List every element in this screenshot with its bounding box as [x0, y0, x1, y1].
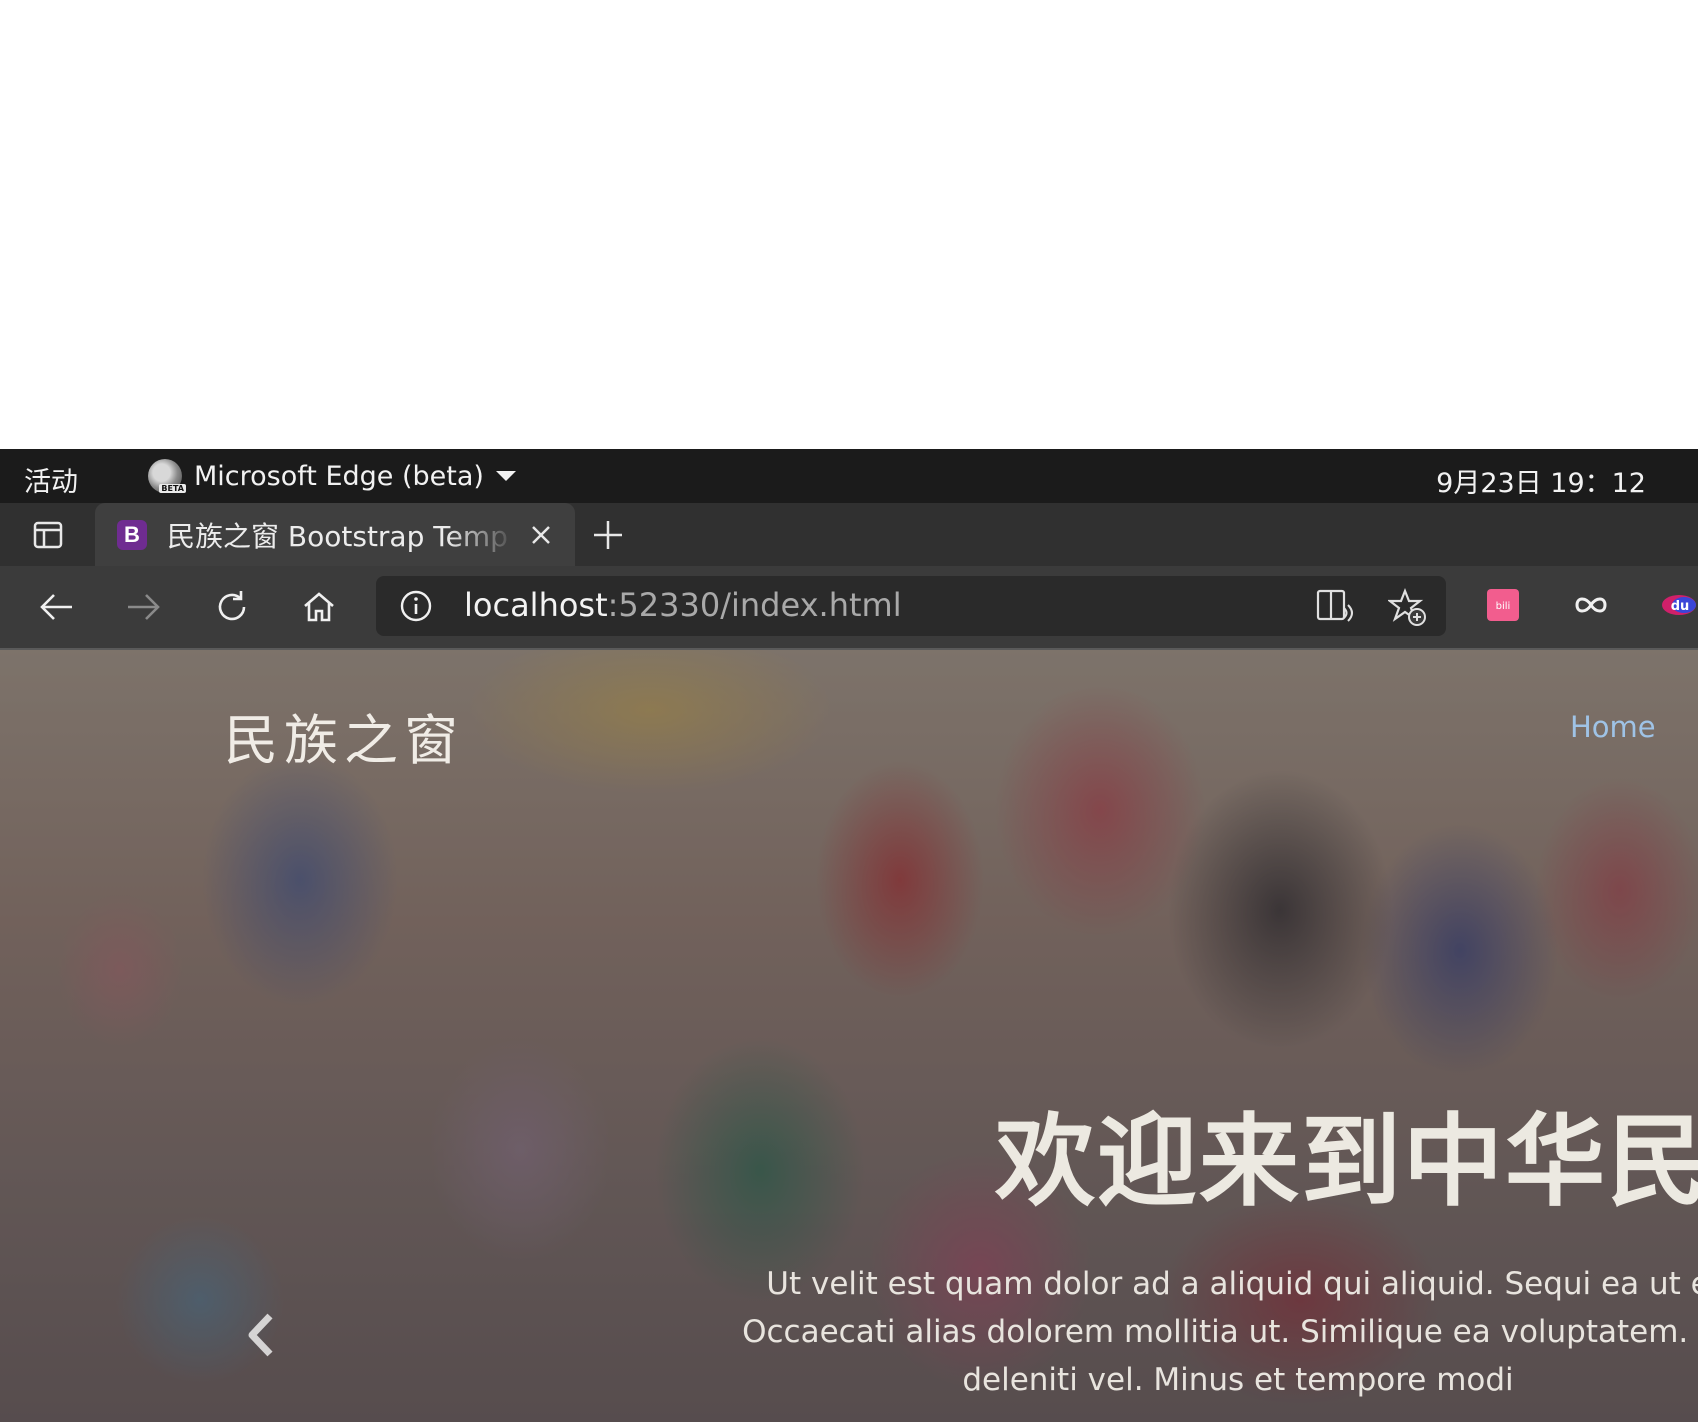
url-text[interactable]: localhost:52330/index.html	[464, 586, 902, 624]
add-favorite-icon[interactable]	[1388, 588, 1426, 626]
refresh-button[interactable]	[209, 584, 255, 630]
read-aloud-icon[interactable]	[1316, 588, 1354, 624]
svg-text:bili: bili	[1496, 601, 1511, 612]
hero-section: 民族之窗 Home 欢迎来到中华民族 Ut velit est quam dol…	[0, 650, 1698, 1422]
forward-button[interactable]	[120, 584, 166, 630]
forward-arrow-icon	[128, 594, 160, 620]
system-top-bar: 活动 BETA Microsoft Edge (beta) 9月23日 19：1…	[0, 449, 1698, 503]
edge-beta-icon: BETA	[148, 459, 186, 493]
infinity-icon	[1575, 597, 1607, 613]
tab-actions-icon	[33, 521, 63, 549]
site-logo[interactable]: 民族之窗	[224, 696, 464, 775]
app-name: Microsoft Edge (beta)	[194, 460, 484, 492]
app-menu[interactable]: BETA Microsoft Edge (beta)	[148, 457, 516, 495]
desktop-blank-area	[0, 0, 1698, 449]
browser-toolbar: localhost:52330/index.html bili du	[0, 566, 1698, 650]
nav-link-home[interactable]: Home	[1570, 710, 1656, 744]
hero-description: Ut velit est quam dolor ad a aliquid qui…	[738, 1260, 1698, 1404]
caret-down-icon	[495, 471, 516, 481]
new-tab-icon[interactable]	[590, 517, 626, 553]
beta-badge: BETA	[159, 484, 186, 493]
svg-text:du: du	[1671, 599, 1690, 614]
du-extension-button[interactable]: du	[1660, 588, 1698, 626]
home-icon	[304, 592, 334, 622]
tab-strip: B 民族之窗 Bootstrap Temp	[0, 503, 1698, 566]
bilibili-extension-button[interactable]: bili	[1486, 588, 1520, 626]
close-icon[interactable]	[529, 523, 553, 547]
address-bar[interactable]: localhost:52330/index.html	[376, 576, 1446, 636]
hero-title: 欢迎来到中华民族	[995, 1103, 1698, 1220]
back-button[interactable]	[34, 584, 80, 630]
activities-button[interactable]: 活动	[24, 460, 78, 499]
hero-line: Occaecati alias dolorem mollitia ut. Sim…	[742, 1314, 1698, 1350]
url-path: :52330/index.html	[607, 586, 902, 624]
back-arrow-icon	[40, 594, 72, 620]
hero-line: deleniti vel. Minus et tempore modi	[962, 1362, 1514, 1398]
tab-actions-button[interactable]	[18, 513, 78, 557]
url-host: localhost	[464, 586, 608, 624]
home-button[interactable]	[296, 584, 342, 630]
info-icon[interactable]	[400, 590, 432, 622]
clock[interactable]: 9月23日 19：12	[1436, 461, 1646, 500]
bilibili-icon: bili	[1487, 589, 1519, 621]
bootstrap-favicon-icon: B	[117, 519, 147, 550]
refresh-icon	[218, 591, 246, 621]
du-icon: du	[1662, 595, 1696, 615]
carousel-prev-icon[interactable]	[244, 1310, 278, 1360]
tab-active[interactable]: B 民族之窗 Bootstrap Temp	[95, 503, 575, 566]
infinity-extension-button[interactable]	[1574, 588, 1608, 626]
tab-title: 民族之窗 Bootstrap Temp	[167, 519, 508, 553]
hero-line: Ut velit est quam dolor ad a aliquid qui…	[766, 1266, 1698, 1302]
